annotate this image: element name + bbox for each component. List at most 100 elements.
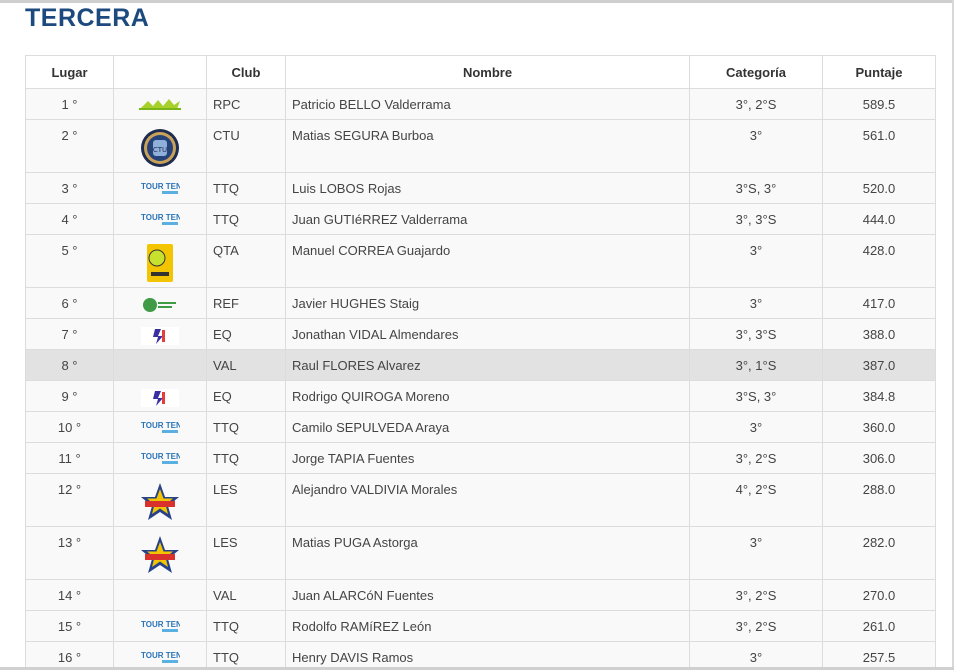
page-title: TERCERA <box>25 4 150 32</box>
cell-nombre: Matias PUGA Astorga <box>285 526 690 580</box>
les-logo <box>140 535 180 578</box>
cell-club: EQ <box>206 380 286 412</box>
header-puntaje: Puntaje <box>822 55 936 89</box>
cell-puntaje: 261.0 <box>822 610 936 642</box>
top-border <box>0 0 954 3</box>
cell-puntaje: 561.0 <box>822 119 936 173</box>
table-row: 16 ° TOUR TENIS TTQHenry DAVIS Ramos3°257.… <box>25 641 936 668</box>
rpc-logo <box>139 97 181 114</box>
cell-lugar: 14 ° <box>25 579 114 611</box>
cell-puntaje: 257.5 <box>822 641 936 668</box>
cell-club: RPC <box>206 88 286 120</box>
cell-logo <box>113 526 207 580</box>
cell-nombre: Javier HUGHES Staig <box>285 287 690 319</box>
cell-categoria: 3°, 2°S <box>689 88 823 120</box>
cell-nombre: Luis LOBOS Rojas <box>285 172 690 204</box>
eq-logo <box>141 389 179 410</box>
cell-nombre: Juan ALARCóN Fuentes <box>285 579 690 611</box>
cell-categoria: 3° <box>689 526 823 580</box>
table-row: 1 ° RPC Patricio BELLO Valderrama 3°, 2°S 58… <box>25 88 936 120</box>
cell-lugar: 6 ° <box>25 287 114 319</box>
cell-club: VAL <box>206 579 286 611</box>
cell-club: LES <box>206 526 286 580</box>
svg-text:TOUR TENIS: TOUR TENIS <box>141 421 180 430</box>
cell-club: LES <box>206 473 286 527</box>
ttq-logo: TOUR TENIS <box>140 212 190 229</box>
cell-categoria: 3°, 3°S <box>689 318 823 350</box>
cell-logo <box>113 234 207 288</box>
ttq-logo: TOUR TENIS <box>140 650 190 667</box>
ttq-logo: TOUR TENIS <box>140 619 190 636</box>
cell-puntaje: 589.5 <box>822 88 936 120</box>
cell-lugar: 8 ° <box>25 349 114 381</box>
svg-text:CTU: CTU <box>153 146 167 154</box>
header-categoria: Categoría <box>689 55 823 89</box>
cell-puntaje: 387.0 <box>822 349 936 381</box>
cell-puntaje: 282.0 <box>822 526 936 580</box>
cell-club: EQ <box>206 318 286 350</box>
svg-text:TOUR TENIS: TOUR TENIS <box>141 620 180 629</box>
table-row: 7 ° EQ Jonathan VIDAL Almendares 3°, 3°S 388… <box>25 318 936 350</box>
header-logo <box>113 55 207 89</box>
cell-logo <box>113 318 207 350</box>
cell-nombre: Patricio BELLO Valderrama <box>285 88 690 120</box>
svg-text:TOUR TENIS: TOUR TENIS <box>141 651 180 660</box>
cell-logo: TOUR TENIS <box>113 203 207 235</box>
table-row: 10 °TOUR TENISTTQCamilo SEPULVEDA Araya3… <box>25 411 936 443</box>
cell-nombre: Manuel CORREA Guajardo <box>285 234 690 288</box>
table-row: 14 ° VAL Juan ALARCóN Fuentes 3°, 2°S 270.0 <box>25 579 936 611</box>
cell-logo: TOUR TENIS <box>113 641 207 668</box>
cell-categoria: 3° <box>689 234 823 288</box>
cell-logo: TOUR TENIS <box>113 411 207 443</box>
cell-logo <box>113 579 207 611</box>
cell-club: TTQ <box>206 172 286 204</box>
cell-club: CTU <box>206 119 286 173</box>
cell-puntaje: 388.0 <box>822 318 936 350</box>
cell-lugar: 11 ° <box>25 442 114 474</box>
cell-nombre: Rodrigo QUIROGA Moreno <box>285 380 690 412</box>
cell-lugar: 1 ° <box>25 88 114 120</box>
cell-categoria: 3°, 2°S <box>689 442 823 474</box>
cell-puntaje: 270.0 <box>822 579 936 611</box>
table-row: 6 ° REF Javier HUGHES Staig 3° 417.0 <box>25 287 936 319</box>
cell-lugar: 3 ° <box>25 172 114 204</box>
cell-categoria: 4°, 2°S <box>689 473 823 527</box>
table-row: 2 ° CTU CTU Matias SEGURA Burboa 3° 561.0 <box>25 119 936 173</box>
table-row: 12 ° LES Alejandro VALDIVIA Morales 4°, 2°S… <box>25 473 936 527</box>
table-row: 8 ° VAL Raul FLORES Alvarez 3°, 1°S 387.0 <box>25 349 936 381</box>
cell-categoria: 3°, 2°S <box>689 579 823 611</box>
cell-logo: TOUR TENIS <box>113 172 207 204</box>
cell-logo <box>113 380 207 412</box>
cell-categoria: 3°, 1°S <box>689 349 823 381</box>
cell-logo: CTU <box>113 119 207 173</box>
cell-club: TTQ <box>206 411 286 443</box>
cell-club: TTQ <box>206 641 286 668</box>
ranking-table: Lugar Club Nombre Categoría Puntaje 1 ° R… <box>25 55 936 668</box>
table-header-row: Lugar Club Nombre Categoría Puntaje <box>25 55 936 89</box>
cell-nombre: Jonathan VIDAL Almendares <box>285 318 690 350</box>
table-row: 4 ° TOUR TENIS TTQJuan GUTIéRREZ Valderram… <box>25 203 936 235</box>
cell-logo: TOUR TENIS <box>113 442 207 474</box>
header-nombre: Nombre <box>285 55 690 89</box>
cell-nombre: Rodolfo RAMíREZ León <box>285 610 690 642</box>
cell-club: QTA <box>206 234 286 288</box>
cell-lugar: 15 ° <box>25 610 114 642</box>
cell-club: TTQ <box>206 442 286 474</box>
ttq-logo: TOUR TENIS <box>140 181 190 198</box>
cell-nombre: Raul FLORES Alvarez <box>285 349 690 381</box>
cell-logo: TOUR TENIS <box>113 610 207 642</box>
cell-nombre: Henry DAVIS Ramos <box>285 641 690 668</box>
table-row: 5 ° QTA Manuel CORREA Guajardo 3° 428.0 <box>25 234 936 288</box>
table-row: 3 ° TOUR TENIS TTQLuis LOBOS Rojas3°S, 3°5… <box>25 172 936 204</box>
cell-puntaje: 520.0 <box>822 172 936 204</box>
cell-nombre: Jorge TAPIA Fuentes <box>285 442 690 474</box>
cell-categoria: 3°S, 3° <box>689 380 823 412</box>
cell-puntaje: 417.0 <box>822 287 936 319</box>
table-row: 11 ° TOUR TENIS TTQJorge TAPIA Fuentes3°, … <box>25 442 936 474</box>
cell-puntaje: 444.0 <box>822 203 936 235</box>
header-club: Club <box>206 55 286 89</box>
table-row: 15 ° TOUR TENIS TTQRodolfo RAMíREZ León3°,… <box>25 610 936 642</box>
cell-puntaje: 306.0 <box>822 442 936 474</box>
cell-logo <box>113 287 207 319</box>
ctu-logo: CTU <box>140 128 180 171</box>
